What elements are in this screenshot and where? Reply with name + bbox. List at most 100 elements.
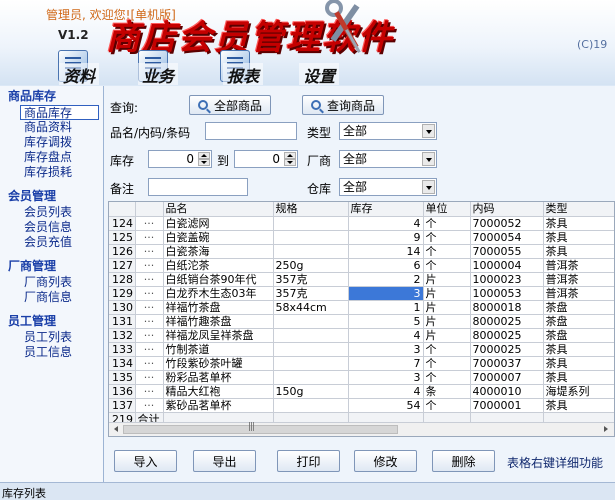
scroll-left-icon[interactable] [111,424,123,435]
cell-unit[interactable]: 片 [423,286,471,301]
table-row[interactable]: 127 ··· 白纸沱茶 250g 6 个 1000004 普洱茶 [109,258,614,273]
cell-type[interactable]: 茶盘 [543,314,614,329]
warehouse-select[interactable]: 全部 [339,178,437,196]
row-more[interactable]: ··· [135,244,164,259]
row-more[interactable]: ··· [135,230,164,245]
cell-unit[interactable]: 条 [423,384,471,399]
cell-name[interactable]: 白龙乔木生态03年 [163,286,274,301]
row-more[interactable]: ··· [135,342,164,357]
sidebar-item-staff-list[interactable]: 员工列表 [0,330,103,345]
row-number[interactable]: 129 ▶ [109,286,136,301]
query-goods-button[interactable]: 查询商品 [302,95,384,115]
cell-stock[interactable]: 14 [348,244,424,259]
cell-name[interactable]: 白瓷滤网 [163,216,274,231]
table-row[interactable]: 134 ··· 竹段紫砂茶叶罐 7 个 7000037 茶具 [109,356,614,371]
row-number[interactable]: 136 [109,384,136,399]
sidebar-item-goods-data[interactable]: 商品资料 [0,120,103,135]
row-number[interactable]: 134 [109,356,136,371]
table-row[interactable]: 137 ··· 紫砂品茗单杯 54 个 7000001 茶具 [109,398,614,413]
type-select[interactable]: 全部 [339,122,437,140]
spin-down-icon[interactable] [284,159,296,166]
cell-name[interactable]: 白瓷茶海 [163,244,274,259]
cell-unit[interactable]: 个 [423,370,471,385]
cell-spec[interactable]: 250g [273,258,349,273]
sidebar-item-member-list[interactable]: 会员列表 [0,205,103,220]
col-header-spec[interactable]: 规格 [273,202,349,217]
sidebar-item-stock-check[interactable]: 库存盘点 [0,150,103,165]
sidebar-item-stock-transfer[interactable]: 库存调拨 [0,135,103,150]
cell-type[interactable]: 普洱茶 [543,258,614,273]
cell-code[interactable]: 7000001 [470,398,544,413]
sidebar-item-vendor-info[interactable]: 厂商信息 [0,290,103,305]
cell-name[interactable]: 祥福龙凤呈祥茶盘 [163,328,274,343]
cell-code[interactable]: 8000025 [470,314,544,329]
cell-unit[interactable]: 片 [423,300,471,315]
print-button[interactable]: 打印 [277,450,340,472]
cell-name[interactable]: 紫砂品茗单杯 [163,398,274,413]
sidebar-item-vendor-list[interactable]: 厂商列表 [0,275,103,290]
cell-spec[interactable] [273,216,349,231]
spin-up-icon[interactable] [284,152,296,159]
cell-spec[interactable] [273,328,349,343]
table-row[interactable]: 131 ··· 祥福竹趣茶盘 5 片 8000025 茶盘 [109,314,614,329]
cell-unit[interactable]: 个 [423,216,471,231]
row-more[interactable]: ··· [135,286,164,301]
sidebar-item-stock-loss[interactable]: 库存损耗 [0,165,103,180]
cell-type[interactable]: 茶盘 [543,328,614,343]
cell-stock[interactable]: 54 [348,398,424,413]
row-more[interactable]: ··· [135,370,164,385]
cell-code[interactable]: 8000025 [470,328,544,343]
sidebar-item-staff-info[interactable]: 员工信息 [0,345,103,360]
cell-spec[interactable] [273,342,349,357]
delete-button[interactable]: 删除 [432,450,495,472]
cell-spec[interactable] [273,356,349,371]
cell-stock[interactable]: 2 [348,272,424,287]
cell-unit[interactable]: 片 [423,314,471,329]
cell-type[interactable]: 海堤系列 [543,384,614,399]
cell-unit[interactable]: 片 [423,272,471,287]
cell-code[interactable]: 1000004 [470,258,544,273]
cell-name[interactable]: 祥福竹茶盘 [163,300,274,315]
cell-spec[interactable] [273,314,349,329]
cell-name[interactable]: 白纸销台茶90年代 [163,272,274,287]
cell-type[interactable]: 茶具 [543,370,614,385]
row-number[interactable]: 131 [109,314,136,329]
row-more[interactable]: ··· [135,272,164,287]
spin-up-icon[interactable] [198,152,210,159]
cell-spec[interactable] [273,230,349,245]
stock-to-stepper[interactable]: 0 [234,150,298,168]
cell-stock[interactable]: 3 [348,342,424,357]
table-row[interactable]: 126 ··· 白瓷茶海 14 个 7000055 茶具 [109,244,614,259]
row-more[interactable]: ··· [135,356,164,371]
table-row[interactable]: 133 ··· 竹制茶道 3 个 7000025 茶具 [109,342,614,357]
cell-unit[interactable]: 个 [423,258,471,273]
row-number[interactable]: 127 [109,258,136,273]
cell-spec[interactable]: 58x44cm [273,300,349,315]
tab-business[interactable]: 业务 [135,50,217,85]
col-header-unit[interactable]: 单位 [423,202,471,217]
row-number[interactable]: 135 [109,370,136,385]
table-row[interactable]: 128 ··· 白纸销台茶90年代 357克 2 片 1000023 普洱茶 [109,272,614,287]
cell-unit[interactable]: 个 [423,342,471,357]
row-number[interactable]: 130 [109,300,136,315]
row-more[interactable]: ··· [135,384,164,399]
stock-from-stepper[interactable]: 0 [148,150,212,168]
remark-input[interactable] [148,178,248,196]
table-row[interactable]: 130 ··· 祥福竹茶盘 58x44cm 1 片 8000018 茶盘 [109,300,614,315]
cell-name[interactable]: 精品大红袍 [163,384,274,399]
horizontal-scrollbar[interactable] [109,422,614,436]
cell-code[interactable]: 7000055 [470,244,544,259]
col-header-code[interactable]: 内码 [470,202,544,217]
tab-data[interactable]: 资料 [55,50,135,85]
cell-type[interactable]: 茶具 [543,230,614,245]
col-header-name[interactable]: 品名 [163,202,274,217]
cell-type[interactable]: 茶具 [543,398,614,413]
cell-type[interactable]: 茶具 [543,342,614,357]
cell-spec[interactable] [273,398,349,413]
cell-spec[interactable] [273,370,349,385]
cell-spec[interactable]: 357克 [273,286,349,301]
cell-code[interactable]: 1000053 [470,286,544,301]
cell-unit[interactable]: 片 [423,328,471,343]
scroll-right-icon[interactable] [600,424,612,435]
table-row[interactable]: 124 ··· 白瓷滤网 4 个 7000052 茶具 [109,216,614,231]
